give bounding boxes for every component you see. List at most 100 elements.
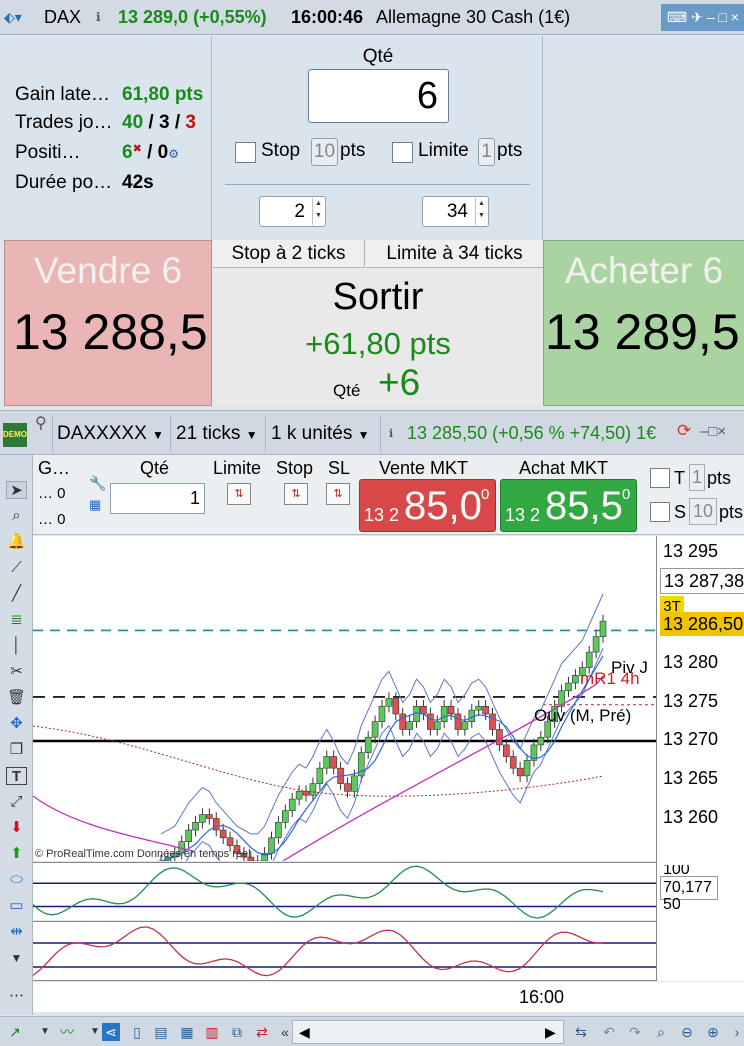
- settings-icon[interactable]: ⚙: [168, 147, 179, 161]
- chart-scrollbar[interactable]: ◀ ▶: [292, 1020, 564, 1044]
- keypad-icon[interactable]: ▦: [89, 497, 101, 513]
- trailing-value[interactable]: 1: [689, 464, 705, 491]
- undo-icon[interactable]: ↶: [600, 1023, 618, 1041]
- pin-icon[interactable]: ✈: [691, 9, 703, 25]
- instrument-menu-icon[interactable]: ⬖▾: [4, 9, 22, 26]
- bear-candle: [206, 814, 213, 819]
- segment-icon[interactable]: ⟋: [6, 559, 27, 577]
- sell-mkt-button[interactable]: 13 2 85,0 0: [359, 479, 496, 532]
- more-icon[interactable]: ›: [728, 1023, 744, 1041]
- zoom-reset-icon[interactable]: ⌕: [652, 1023, 670, 1041]
- stop-ticks-stepper[interactable]: 2 ▲ ▼: [259, 196, 326, 227]
- ellipse-icon[interactable]: ⬭: [6, 871, 27, 889]
- stat-duration: Durée po… 42s: [15, 172, 154, 193]
- instrument-name[interactable]: DAX: [44, 7, 81, 28]
- close-position-icon[interactable]: ✖: [133, 143, 142, 155]
- measure-icon[interactable]: ⇹: [6, 923, 27, 941]
- scroll-left-icon[interactable]: ◀: [299, 1024, 310, 1041]
- stop-order-icon[interactable]: ⇅: [284, 483, 308, 505]
- oscillator-panel-1[interactable]: [32, 862, 656, 920]
- order-bar-g-row2: … 0: [38, 511, 66, 528]
- move-icon[interactable]: ✥: [6, 715, 27, 733]
- order-qty-input[interactable]: 1: [110, 483, 205, 514]
- zoom-in-icon[interactable]: ⊕: [704, 1023, 722, 1041]
- trade-icon[interactable]: ⇄: [253, 1023, 271, 1041]
- bull-candle: [565, 682, 572, 692]
- period-dropdown[interactable]: 21 ticks ▼: [172, 416, 266, 452]
- indicator-icon[interactable]: 〰: [58, 1023, 76, 1041]
- tools-icon[interactable]: ✂: [6, 663, 27, 681]
- link-window-icon[interactable]: ⇆: [572, 1023, 590, 1041]
- bull-candle: [323, 756, 331, 769]
- text-icon[interactable]: T: [6, 767, 27, 785]
- stepper-arrows-icon[interactable]: ▲ ▼: [475, 198, 487, 225]
- ray-icon[interactable]: ⤢: [6, 793, 27, 811]
- maximize-icon[interactable]: □: [718, 9, 726, 25]
- bull-candle: [309, 783, 317, 796]
- oscillator-panel-2[interactable]: [32, 921, 656, 981]
- quantity-input[interactable]: 6: [308, 69, 449, 123]
- limit-points-field[interactable]: 1: [478, 138, 495, 166]
- limit-checkbox[interactable]: [392, 142, 413, 163]
- bull-candle: [461, 721, 469, 730]
- zoom-icon[interactable]: ⌕: [6, 507, 27, 525]
- close-icon[interactable]: ×: [731, 9, 739, 25]
- bull-candle: [288, 798, 296, 812]
- units-dropdown[interactable]: 1 k unités ▼: [267, 416, 381, 452]
- stop-s-value[interactable]: 10: [689, 498, 717, 525]
- layout-icon[interactable]: ▯: [128, 1023, 146, 1041]
- symbol-dropdown[interactable]: DAXXXXX ▼: [52, 416, 171, 452]
- bear-candle: [509, 756, 517, 769]
- sell-arrow-icon[interactable]: ⬇: [6, 819, 27, 837]
- keyboard-icon[interactable]: ⌨: [667, 9, 687, 25]
- window-controls-chart[interactable]: –□×: [700, 423, 726, 440]
- link-icon[interactable]: ⚲: [35, 413, 47, 433]
- sl-order-icon[interactable]: ⇅: [326, 483, 350, 505]
- limit-ticks-stepper[interactable]: 34 ▲ ▼: [422, 196, 489, 227]
- vertical-line-icon[interactable]: │: [6, 637, 27, 655]
- orders-icon[interactable]: ▥: [203, 1023, 221, 1041]
- exit-panel[interactable]: Stop à 2 ticks Limite à 34 ticks Sortir …: [213, 240, 543, 406]
- sell-button[interactable]: Vendre 6 13 288,5: [4, 240, 212, 406]
- refresh-icon[interactable]: ⟳: [677, 421, 691, 441]
- fibonacci-icon[interactable]: ≣: [6, 611, 27, 629]
- price-chart[interactable]: Piv J mR1 4h Ouv (M, Pré) © ProRealTime.…: [32, 536, 656, 889]
- minimize-icon[interactable]: –: [707, 9, 715, 25]
- copy-icon[interactable]: ❐: [6, 741, 27, 759]
- limit-order-icon[interactable]: ⇅: [227, 483, 251, 505]
- rectangle-icon[interactable]: ▭: [6, 897, 27, 915]
- share-icon[interactable]: ⋖: [102, 1023, 120, 1041]
- comment-icon[interactable]: ▤: [152, 1023, 170, 1041]
- more-dots-icon[interactable]: ⋯: [6, 987, 27, 1005]
- alert-bell-icon[interactable]: 🔔: [6, 533, 27, 551]
- screener-icon[interactable]: ▦: [178, 1023, 196, 1041]
- stepper-arrows-icon[interactable]: ▲ ▼: [312, 198, 324, 225]
- chevron-down-icon[interactable]: ▼: [36, 1023, 54, 1041]
- scroll-right-icon[interactable]: ▶: [545, 1024, 556, 1041]
- buy-button[interactable]: Acheter 6 13 289,5: [543, 240, 744, 406]
- info-icon[interactable]: ℹ: [96, 10, 101, 24]
- more-down-icon[interactable]: ▼: [6, 949, 27, 967]
- chart-type-icon[interactable]: ↗: [6, 1023, 24, 1041]
- candlestick-chart[interactable]: [32, 536, 656, 889]
- redo-icon[interactable]: ↷: [626, 1023, 644, 1041]
- stop-checkbox[interactable]: [235, 142, 256, 163]
- order-ticket: Qté 6 Stop 10 pts Limite 1 pts 2 ▲ ▼ 34 ▲ ▼: [213, 36, 543, 240]
- stat-latent-gain: Gain late… 61,80 pts: [15, 84, 204, 105]
- bull-candle: [295, 791, 303, 800]
- mr1-label: mR1 4h: [580, 669, 640, 688]
- buy-mkt-button[interactable]: 13 2 85,5 0: [500, 479, 637, 532]
- trailing-checkbox[interactable]: [650, 468, 670, 488]
- buy-arrow-icon[interactable]: ⬆: [6, 845, 27, 863]
- trash-icon[interactable]: 🗑: [6, 689, 27, 707]
- line-icon[interactable]: ╱: [6, 585, 27, 603]
- stop-points-field[interactable]: 10: [311, 138, 338, 166]
- bull-candle: [592, 636, 600, 653]
- stop-s-checkbox[interactable]: [650, 502, 670, 522]
- info-icon[interactable]: ℹ: [389, 427, 393, 440]
- zoom-out-icon[interactable]: ⊖: [678, 1023, 696, 1041]
- demo-icon[interactable]: DEMO: [3, 423, 27, 447]
- wrench-icon[interactable]: 🔧: [89, 475, 106, 492]
- window-icon[interactable]: ⧉: [228, 1023, 246, 1041]
- cursor-icon[interactable]: ➤: [6, 481, 27, 499]
